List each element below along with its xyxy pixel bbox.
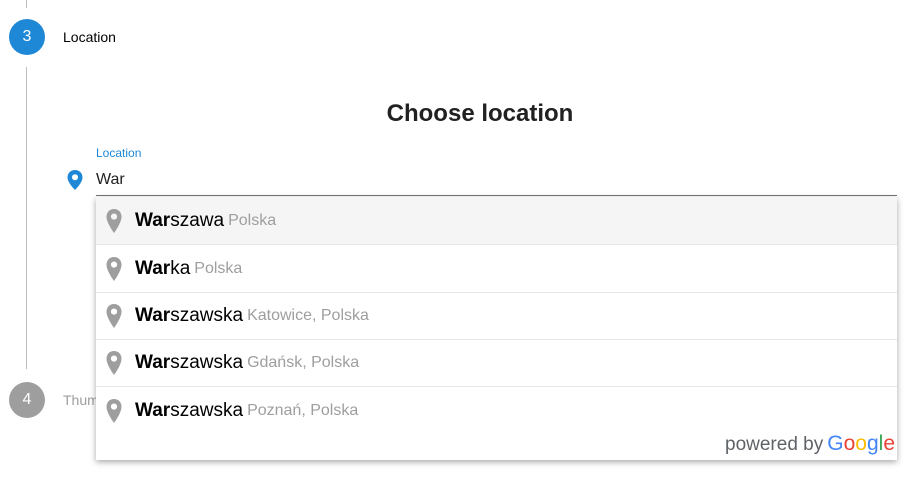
- suggestion-rest: szawska: [170, 399, 244, 421]
- place-pin-icon: [106, 350, 122, 375]
- step-3-number: 3: [22, 28, 32, 45]
- google-letter: G: [827, 432, 844, 455]
- stepper-connector-top: [26, 0, 27, 8]
- step-4-label: Thum: [63, 392, 99, 408]
- place-pin-icon: [106, 398, 122, 423]
- suggestion-match: War: [135, 399, 171, 421]
- location-pin-icon: [67, 170, 83, 190]
- step-4-number: 4: [22, 391, 32, 408]
- location-input-underline: [96, 195, 897, 196]
- powered-by-text: powered by: [725, 434, 824, 455]
- suggestion-rest: szawa: [170, 209, 225, 231]
- suggestion-main-text: Warszawa: [135, 210, 224, 232]
- google-letter: g: [866, 432, 879, 455]
- suggestion-match: War: [135, 304, 171, 326]
- step-3-label: Location: [63, 29, 116, 45]
- suggestion-secondary-text: Polska: [228, 211, 277, 229]
- location-field-label: Location: [96, 146, 142, 160]
- suggestion-item[interactable]: Warszawska Katowice, Polska: [96, 292, 897, 340]
- suggestion-secondary-text: Gdańsk, Polska: [247, 353, 360, 371]
- suggestion-item[interactable]: Warszawa Polska: [96, 197, 897, 245]
- google-letter: o: [843, 432, 856, 455]
- suggestion-item[interactable]: Warka Polska: [96, 245, 897, 293]
- google-wordmark: Google: [827, 432, 895, 456]
- suggestion-main-text: Warszawska: [135, 352, 243, 374]
- place-pin-icon: [106, 208, 122, 233]
- suggestion-secondary-text: Poznań, Polska: [247, 401, 359, 419]
- suggestion-match: War: [135, 351, 171, 373]
- google-letter: o: [855, 432, 867, 455]
- autocomplete-dropdown: Warszawa Polska Warka Polska Warszawska …: [96, 197, 897, 460]
- place-pin-icon: [106, 256, 122, 281]
- suggestion-match: War: [135, 257, 171, 279]
- suggestion-secondary-text: Katowice, Polska: [247, 306, 369, 324]
- suggestion-rest: szawska: [170, 304, 244, 326]
- place-pin-icon: [106, 303, 122, 328]
- suggestion-main-text: Warka: [135, 258, 190, 280]
- suggestion-match: War: [135, 209, 171, 231]
- step-4-circle[interactable]: 4: [9, 382, 45, 418]
- google-letter: e: [883, 432, 895, 455]
- suggestion-item[interactable]: Warszawska Gdańsk, Polska: [96, 339, 897, 387]
- powered-by-google-logo: powered by Google: [725, 432, 895, 456]
- suggestion-main-text: Warszawska: [135, 400, 243, 422]
- location-input[interactable]: [96, 168, 896, 192]
- suggestion-main-text: Warszawska: [135, 305, 243, 327]
- suggestion-rest: ka: [170, 257, 191, 279]
- suggestion-secondary-text: Polska: [194, 259, 243, 277]
- step-3-circle[interactable]: 3: [9, 19, 45, 55]
- page-title: Choose location: [386, 100, 574, 127]
- suggestion-item[interactable]: Warszawska Poznań, Polska: [96, 387, 897, 434]
- suggestion-rest: szawska: [170, 351, 244, 373]
